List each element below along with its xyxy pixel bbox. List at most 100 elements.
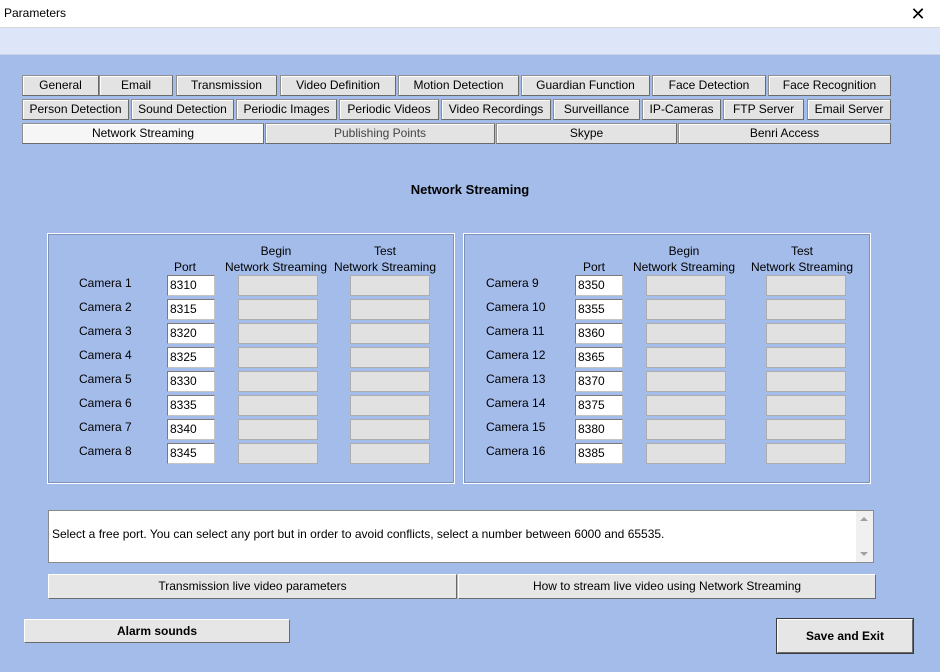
tab-network-streaming[interactable]: Network Streaming (22, 123, 264, 144)
test-streaming-button[interactable] (350, 419, 430, 440)
camera-label: Camera 15 (486, 420, 546, 434)
port-input[interactable]: 8365 (575, 347, 623, 368)
camera-label: Camera 12 (486, 348, 546, 362)
port-input[interactable]: 8375 (575, 395, 623, 416)
test-streaming-button[interactable] (766, 395, 846, 416)
test-streaming-button[interactable] (350, 395, 430, 416)
tab-general[interactable]: General (22, 75, 99, 96)
tab-publishing-points[interactable]: Publishing Points (265, 123, 495, 144)
test-column-header-line2: Network Streaming (333, 260, 437, 274)
test-column-header-line2: Network Streaming (750, 260, 854, 274)
port-input[interactable]: 8380 (575, 419, 623, 440)
camera-group-right: Port Begin Network Streaming Test Networ… (463, 233, 871, 484)
begin-streaming-button[interactable] (238, 299, 318, 320)
tab-periodic-videos[interactable]: Periodic Videos (339, 99, 439, 120)
tab-person-detection[interactable]: Person Detection (22, 99, 129, 120)
camera-label: Camera 5 (79, 372, 132, 386)
camera-label: Camera 11 (486, 324, 545, 338)
port-input[interactable]: 8370 (575, 371, 623, 392)
tab-transmission[interactable]: Transmission (176, 75, 277, 96)
tab-skype[interactable]: Skype (496, 123, 677, 144)
tab-guardian-function[interactable]: Guardian Function (521, 75, 650, 96)
tab-email[interactable]: Email (99, 75, 173, 96)
tab-surveillance[interactable]: Surveillance (553, 99, 640, 120)
tab-face-detection[interactable]: Face Detection (652, 75, 766, 96)
scroll-up-icon[interactable] (860, 517, 868, 521)
port-input[interactable]: 8360 (575, 323, 623, 344)
info-textbox[interactable]: Select a free port. You can select any p… (48, 510, 874, 563)
transmission-parameters-button[interactable]: Transmission live video parameters (48, 574, 457, 599)
scroll-down-icon[interactable] (860, 552, 868, 556)
alarm-sounds-button[interactable]: Alarm sounds (24, 619, 290, 643)
test-streaming-button[interactable] (350, 371, 430, 392)
test-column-header-line1: Test (373, 244, 396, 258)
tab-video-definition[interactable]: Video Definition (280, 75, 396, 96)
title-bar: Parameters ✕ (0, 0, 940, 28)
begin-streaming-button[interactable] (238, 443, 318, 464)
port-input[interactable]: 8345 (167, 443, 215, 464)
test-streaming-button[interactable] (350, 443, 430, 464)
test-streaming-button[interactable] (766, 443, 846, 464)
test-streaming-button[interactable] (766, 275, 846, 296)
test-streaming-button[interactable] (766, 299, 846, 320)
test-streaming-button[interactable] (766, 371, 846, 392)
how-to-stream-button[interactable]: How to stream live video using Network S… (458, 574, 876, 599)
tab-motion-detection[interactable]: Motion Detection (398, 75, 519, 96)
port-input[interactable]: 8320 (167, 323, 215, 344)
port-input[interactable]: 8335 (167, 395, 215, 416)
camera-label: Camera 14 (486, 396, 546, 410)
camera-label: Camera 2 (79, 300, 132, 314)
begin-streaming-button[interactable] (646, 299, 726, 320)
begin-streaming-button[interactable] (646, 323, 726, 344)
port-column-header: Port (173, 260, 196, 274)
begin-streaming-button[interactable] (238, 395, 318, 416)
begin-streaming-button[interactable] (646, 443, 726, 464)
camera-label: Camera 8 (79, 444, 132, 458)
tab-email-server[interactable]: Email Server (807, 99, 891, 120)
begin-column-header-line2: Network Streaming (224, 260, 328, 274)
tab-video-recordings[interactable]: Video Recordings (441, 99, 551, 120)
port-input[interactable]: 8340 (167, 419, 215, 440)
begin-streaming-button[interactable] (238, 347, 318, 368)
begin-column-header-line1: Begin (668, 244, 700, 258)
camera-group-left: Port Begin Network Streaming Test Networ… (47, 233, 455, 484)
port-input[interactable]: 8330 (167, 371, 215, 392)
port-input[interactable]: 8355 (575, 299, 623, 320)
camera-label: Camera 3 (79, 324, 132, 338)
tab-periodic-images[interactable]: Periodic Images (236, 99, 337, 120)
camera-label: Camera 16 (486, 444, 546, 458)
camera-label: Camera 9 (486, 276, 539, 290)
begin-column-header-line2: Network Streaming (632, 260, 736, 274)
test-streaming-button[interactable] (350, 323, 430, 344)
camera-label: Camera 13 (486, 372, 546, 386)
begin-streaming-button[interactable] (646, 347, 726, 368)
begin-streaming-button[interactable] (646, 275, 726, 296)
test-streaming-button[interactable] (350, 299, 430, 320)
test-streaming-button[interactable] (766, 347, 846, 368)
port-input[interactable]: 8310 (167, 275, 215, 296)
begin-streaming-button[interactable] (238, 323, 318, 344)
test-streaming-button[interactable] (350, 347, 430, 368)
test-streaming-button[interactable] (350, 275, 430, 296)
begin-streaming-button[interactable] (238, 371, 318, 392)
tab-sound-detection[interactable]: Sound Detection (131, 99, 234, 120)
begin-streaming-button[interactable] (238, 275, 318, 296)
tab-ftp-server[interactable]: FTP Server (723, 99, 804, 120)
begin-streaming-button[interactable] (238, 419, 318, 440)
begin-streaming-button[interactable] (646, 371, 726, 392)
close-icon[interactable]: ✕ (896, 0, 940, 28)
tab-face-recognition[interactable]: Face Recognition (768, 75, 891, 96)
tab-benri-access[interactable]: Benri Access (678, 123, 891, 144)
port-input[interactable]: 8350 (575, 275, 623, 296)
test-streaming-button[interactable] (766, 323, 846, 344)
port-input[interactable]: 8315 (167, 299, 215, 320)
begin-streaming-button[interactable] (646, 419, 726, 440)
port-input[interactable]: 8385 (575, 443, 623, 464)
port-input[interactable]: 8325 (167, 347, 215, 368)
begin-streaming-button[interactable] (646, 395, 726, 416)
page-title: Network Streaming (410, 182, 530, 197)
info-scrollbar[interactable] (856, 511, 873, 562)
save-and-exit-button[interactable]: Save and Exit (776, 618, 914, 654)
tab-ip-cameras[interactable]: IP-Cameras (642, 99, 721, 120)
test-streaming-button[interactable] (766, 419, 846, 440)
